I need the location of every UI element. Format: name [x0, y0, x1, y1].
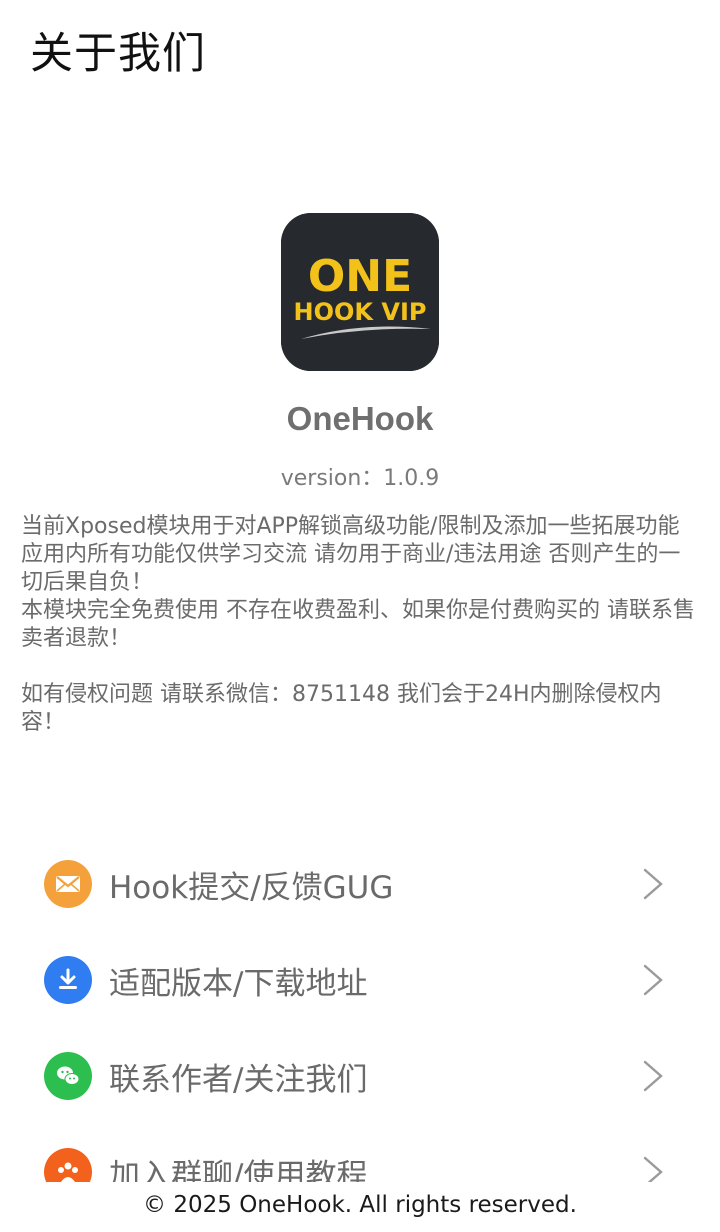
page-title: 关于我们: [30, 29, 206, 79]
description-line: 应用内所有功能仅供学习交流 请勿用于商业/违法用途 否则产生的一切后果自负！: [21, 542, 681, 595]
wechat-icon: [44, 1052, 92, 1100]
chevron-right-icon: [641, 962, 665, 998]
chevron-right-icon: [641, 866, 665, 902]
download-icon: [44, 956, 92, 1004]
logo-text-hook-vip: HOOK VIP: [294, 298, 427, 326]
description-line: 本模块完全免费使用 不存在收费盈利、如果你是付费购买的 请联系售卖者退款！: [21, 598, 695, 651]
menu-item-label: 适配版本/下载地址: [109, 965, 368, 1002]
logo-text-one: ONE: [308, 251, 412, 302]
app-logo: ONE HOOK VIP: [281, 213, 439, 371]
app-version: version：1.0.9: [280, 466, 440, 491]
menu-item-contact[interactable]: 联系作者/关注我们: [0, 1028, 720, 1124]
menu-item-group[interactable]: 加入群聊/使用教程: [0, 1124, 720, 1182]
group-icon: [44, 1148, 92, 1182]
app-name: OneHook: [286, 400, 434, 437]
menu-item-label: 加入群聊/使用教程: [109, 1157, 368, 1183]
chevron-right-icon: [641, 1058, 665, 1094]
description-line: 如有侵权问题 请联系微信：8751148 我们会于24H内删除侵权内容！: [21, 682, 662, 735]
about-page: 关于我们 ONE HOOK VIP OneHook version：1.0.9 …: [0, 0, 720, 1232]
chevron-right-icon: [641, 1154, 665, 1182]
mail-icon: [44, 860, 92, 908]
app-logo-graphic: ONE HOOK VIP: [281, 213, 439, 371]
menu-list: Hook提交/反馈GUG 适配版本/下载地址 联系作者/关注我们 加入群聊/使用…: [0, 836, 720, 1182]
menu-item-feedback[interactable]: Hook提交/反馈GUG: [0, 836, 720, 932]
menu-item-download[interactable]: 适配版本/下载地址: [0, 932, 720, 1028]
description: 当前Xposed模块用于对APP解锁高级功能/限制及添加一些拓展功能 应用内所有…: [21, 513, 701, 737]
footer-copyright: © 2025 OneHook. All rights reserved.: [143, 1192, 577, 1218]
menu-item-label: Hook提交/反馈GUG: [109, 869, 394, 906]
menu-item-label: 联系作者/关注我们: [109, 1061, 368, 1098]
description-line: 当前Xposed模块用于对APP解锁高级功能/限制及添加一些拓展功能: [21, 514, 680, 539]
